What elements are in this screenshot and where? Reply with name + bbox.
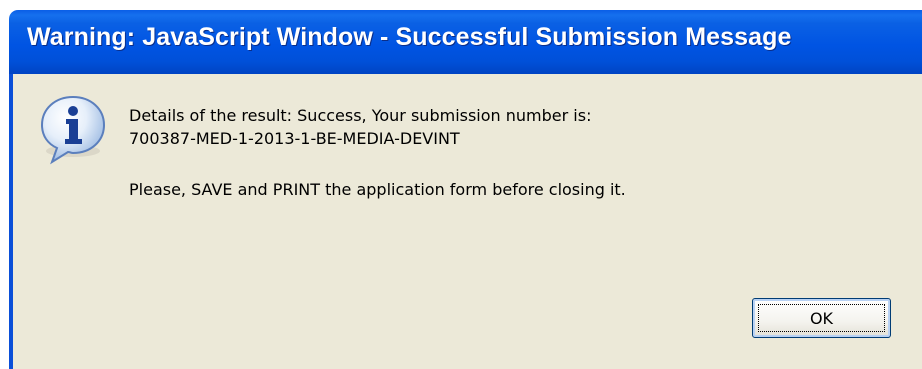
message-text: Details of the result: Success, Your sub… <box>129 104 626 201</box>
ok-button-label: OK <box>758 304 885 332</box>
window-frame-left <box>9 74 13 369</box>
message-spacer <box>129 150 626 178</box>
information-icon <box>40 95 106 165</box>
save-print-instruction: Please, SAVE and PRINT the application f… <box>129 180 626 199</box>
title-bar[interactable]: Warning: JavaScript Window - Successful … <box>9 10 922 74</box>
submission-number: 700387-MED-1-2013-1-BE-MEDIA-DEVINT <box>129 129 460 148</box>
ok-button[interactable]: OK <box>752 298 891 338</box>
window-title: Warning: JavaScript Window - Successful … <box>27 23 792 51</box>
result-line: Details of the result: Success, Your sub… <box>129 106 592 125</box>
message-dialog: Warning: JavaScript Window - Successful … <box>0 0 922 369</box>
